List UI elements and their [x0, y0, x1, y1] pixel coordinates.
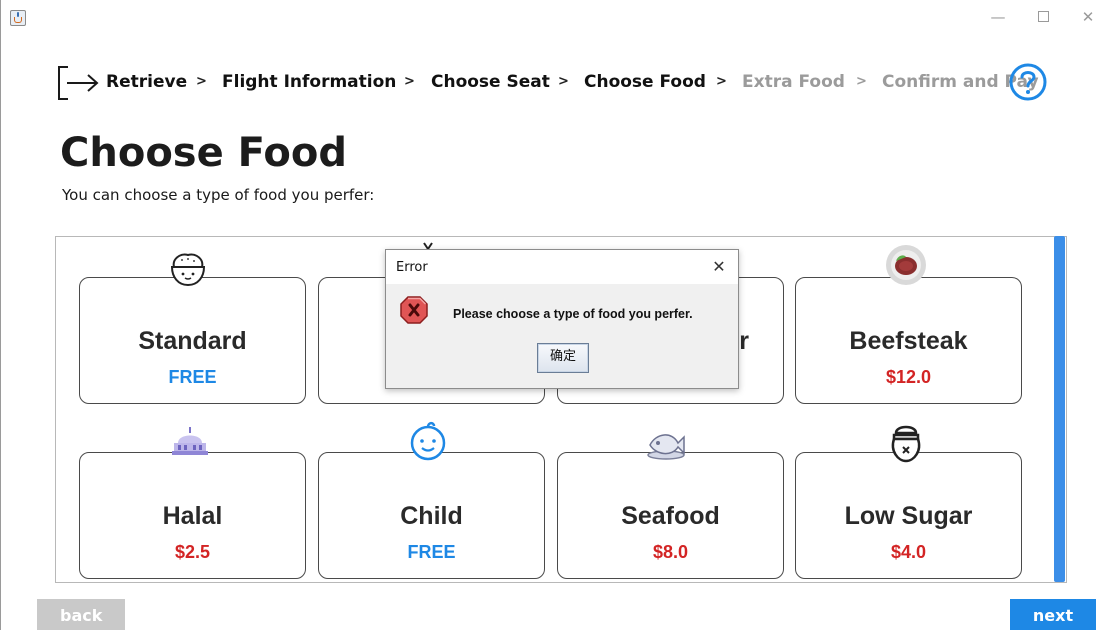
food-card-low-sugar[interactable]: Low Sugar $4.0 — [795, 452, 1022, 579]
food-price: $4.0 — [890, 542, 927, 562]
java-app-icon — [10, 10, 26, 26]
food-price: FREE — [407, 542, 456, 562]
food-name: Beefsteak — [849, 327, 968, 355]
food-card-standard[interactable]: Standard FREE — [79, 277, 306, 404]
error-icon — [400, 296, 428, 324]
sugar-jar-icon — [891, 425, 921, 463]
breadcrumb-separator: > — [558, 74, 569, 89]
breadcrumb-step-flight-information: Flight Information — [222, 72, 397, 92]
baby-face-icon — [410, 421, 446, 461]
breadcrumb-step-retrieve: Retrieve — [106, 72, 188, 92]
food-card-halal[interactable]: Halal $2.5 — [79, 452, 306, 579]
food-name: Seafood — [621, 502, 720, 530]
page-title: Choose Food — [60, 130, 347, 176]
close-window-button[interactable]: ✕ — [1077, 6, 1099, 28]
steak-plate-icon — [886, 245, 926, 285]
close-icon[interactable]: ✕ — [708, 256, 730, 278]
breadcrumb-step-extra-food: Extra Food — [742, 72, 845, 92]
mosque-icon — [172, 427, 208, 455]
fish-plate-icon — [647, 434, 685, 460]
food-name: Halal — [162, 502, 223, 530]
food-name: r — [739, 327, 749, 355]
minimize-button[interactable]: — — [987, 6, 1009, 28]
food-name: Low Sugar — [844, 502, 973, 530]
food-price: $8.0 — [652, 542, 689, 562]
breadcrumb-separator: > — [196, 74, 207, 89]
food-card-beefsteak[interactable]: Beefsteak $12.0 — [795, 277, 1022, 404]
breadcrumb-separator: > — [404, 74, 415, 89]
window-left-border — [0, 0, 1, 630]
vertical-scrollbar[interactable] — [1054, 236, 1065, 582]
dialog-message: Please choose a type of food you perfer. — [453, 307, 693, 321]
food-card-seafood[interactable]: Seafood $8.0 — [557, 452, 784, 579]
error-dialog: Error ✕ Please choose a type of food you… — [385, 249, 739, 389]
food-name: Standard — [138, 327, 247, 355]
ok-button[interactable]: 确定 — [537, 343, 589, 373]
maximize-icon — [1037, 11, 1049, 22]
breadcrumb-step-choose-seat: Choose Seat — [431, 72, 550, 92]
food-price: $2.5 — [174, 542, 211, 562]
exit-arrow-icon — [58, 66, 99, 100]
breadcrumb-separator: > — [856, 74, 867, 89]
food-price: $12.0 — [885, 367, 932, 387]
food-price: FREE — [168, 367, 217, 387]
maximize-button[interactable] — [1032, 6, 1054, 28]
rice-bowl-icon — [170, 253, 206, 287]
dialog-titlebar: Error ✕ — [386, 250, 738, 284]
next-button[interactable]: next — [1010, 599, 1096, 630]
breadcrumb-step-choose-food: Choose Food — [584, 72, 706, 92]
help-question-icon[interactable] — [1008, 62, 1048, 102]
back-button[interactable]: back — [37, 599, 125, 630]
breadcrumb-separator: > — [716, 74, 727, 89]
food-card-child[interactable]: Child FREE — [318, 452, 545, 579]
dialog-title: Error — [396, 260, 428, 275]
food-name: Child — [400, 502, 463, 530]
page-subtitle: You can choose a type of food you perfer… — [62, 186, 375, 204]
breadcrumb: Retrieve > Flight Information > Choose S… — [56, 60, 1086, 106]
